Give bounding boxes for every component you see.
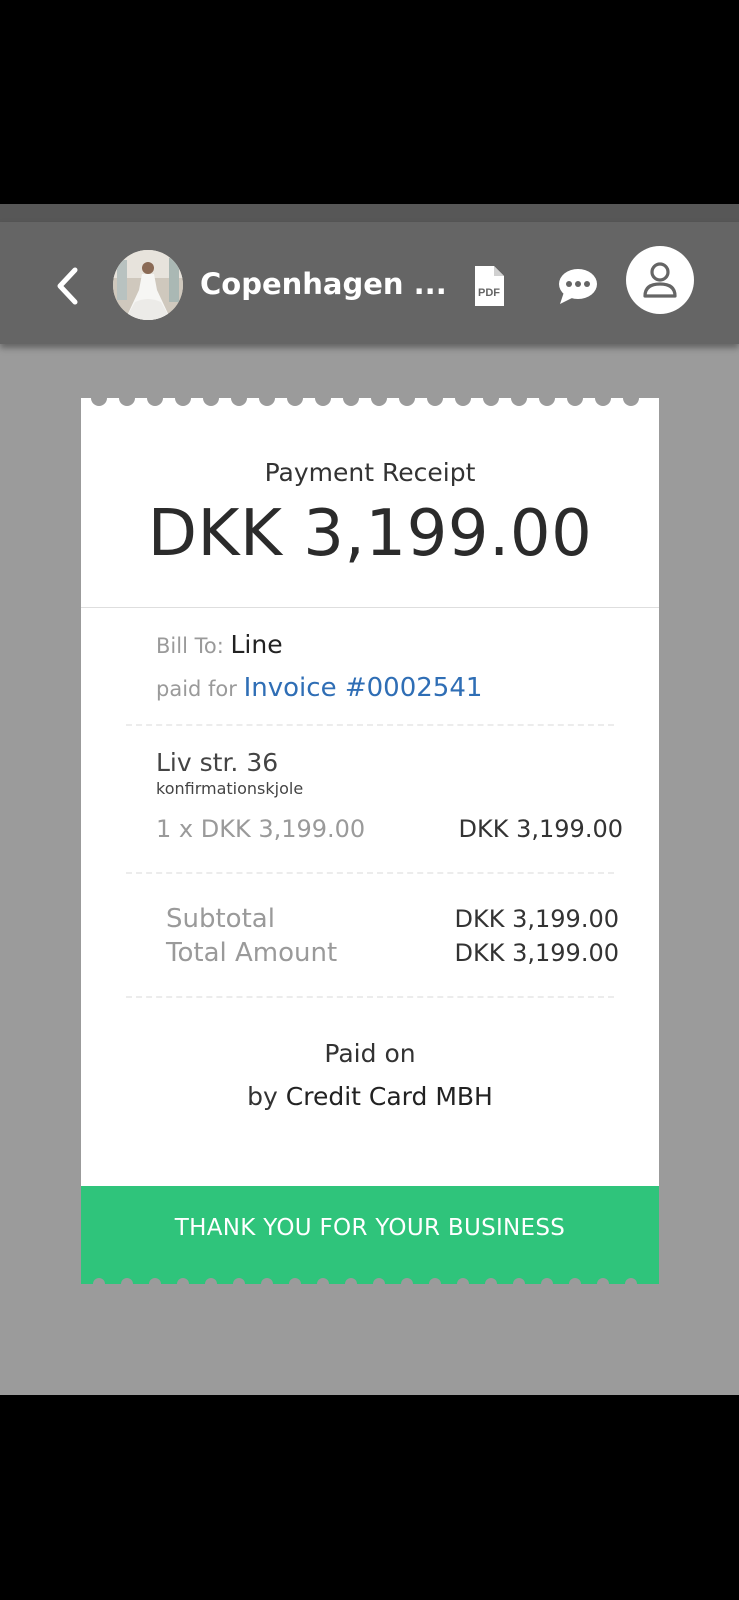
item-description: konfirmationskjole: [156, 779, 304, 798]
user-icon: [643, 262, 677, 298]
item-quantity-price: 1 x DKK 3,199.00: [156, 815, 366, 843]
invoice-link[interactable]: Invoice #0002541: [244, 673, 483, 703]
paid-on: Paid on: [324, 1039, 416, 1068]
status-strip: [0, 204, 739, 222]
app-header: Copenhagen ... PDF: [0, 222, 739, 344]
back-button[interactable]: [46, 258, 90, 314]
total-label: Total Amount: [166, 938, 338, 968]
total-row: Total Amount DKK 3,199.00: [166, 936, 619, 970]
app-screen: Copenhagen ... PDF Payment Receipt DKK 3…: [0, 204, 739, 1395]
payment-info: Paid on by Credit Card MBH: [81, 1032, 659, 1118]
totals: Subtotal DKK 3,199.00 Total Amount DKK 3…: [166, 902, 619, 970]
subtotal-row: Subtotal DKK 3,199.00: [166, 902, 619, 936]
profile-button[interactable]: [626, 246, 694, 314]
paid-by-row: by Credit Card MBH: [81, 1075, 659, 1118]
receipt-bottom-edge: [81, 1274, 659, 1284]
pdf-download-button[interactable]: PDF: [472, 264, 506, 308]
payment-method: Credit Card MBH: [285, 1082, 493, 1111]
receipt-heading: Payment Receipt DKK 3,199.00: [81, 456, 659, 574]
divider: [81, 607, 659, 608]
thank-you-banner: THANK YOU FOR YOUR BUSINESS: [81, 1186, 659, 1284]
receipt-top-edge: [81, 398, 659, 408]
receipt-title: Payment Receipt: [264, 458, 476, 487]
dashed-divider: [126, 996, 614, 998]
item-line-total: DKK 3,199.00: [458, 815, 623, 843]
bill-to-name: Line: [230, 630, 283, 659]
paid-for-label: paid for: [156, 677, 237, 701]
line-item: Liv str. 36 konfirmationskjole 1 x DKK 3…: [156, 748, 623, 844]
pdf-icon-label: PDF: [478, 287, 500, 299]
chevron-left-icon: [57, 267, 78, 305]
receipt-amount: DKK 3,199.00: [147, 497, 593, 571]
bill-to-label: Bill To:: [156, 634, 224, 658]
bride-photo: [113, 250, 183, 320]
item-price-row: 1 x DKK 3,199.00 DKK 3,199.00: [156, 814, 623, 844]
chat-button[interactable]: [556, 266, 600, 306]
bill-to-row: Bill To: Line: [156, 624, 616, 667]
subtotal-value: DKK 3,199.00: [454, 905, 619, 933]
dashed-divider: [126, 724, 614, 726]
pdf-file-icon: PDF: [475, 266, 504, 306]
bill-info: Bill To: Line paid for Invoice #0002541: [156, 624, 616, 710]
chat-bubble-icon: [559, 269, 597, 304]
avatar[interactable]: [113, 250, 183, 320]
page-title: Copenhagen ...: [200, 267, 447, 301]
paid-by-prefix: by: [247, 1082, 278, 1111]
receipt-card: Payment Receipt DKK 3,199.00 Bill To: Li…: [81, 398, 659, 1284]
total-value: DKK 3,199.00: [454, 939, 619, 967]
paid-for-row: paid for Invoice #0002541: [156, 667, 616, 710]
subtotal-label: Subtotal: [166, 904, 275, 934]
dashed-divider: [126, 872, 614, 874]
item-name: Liv str. 36: [156, 748, 279, 777]
